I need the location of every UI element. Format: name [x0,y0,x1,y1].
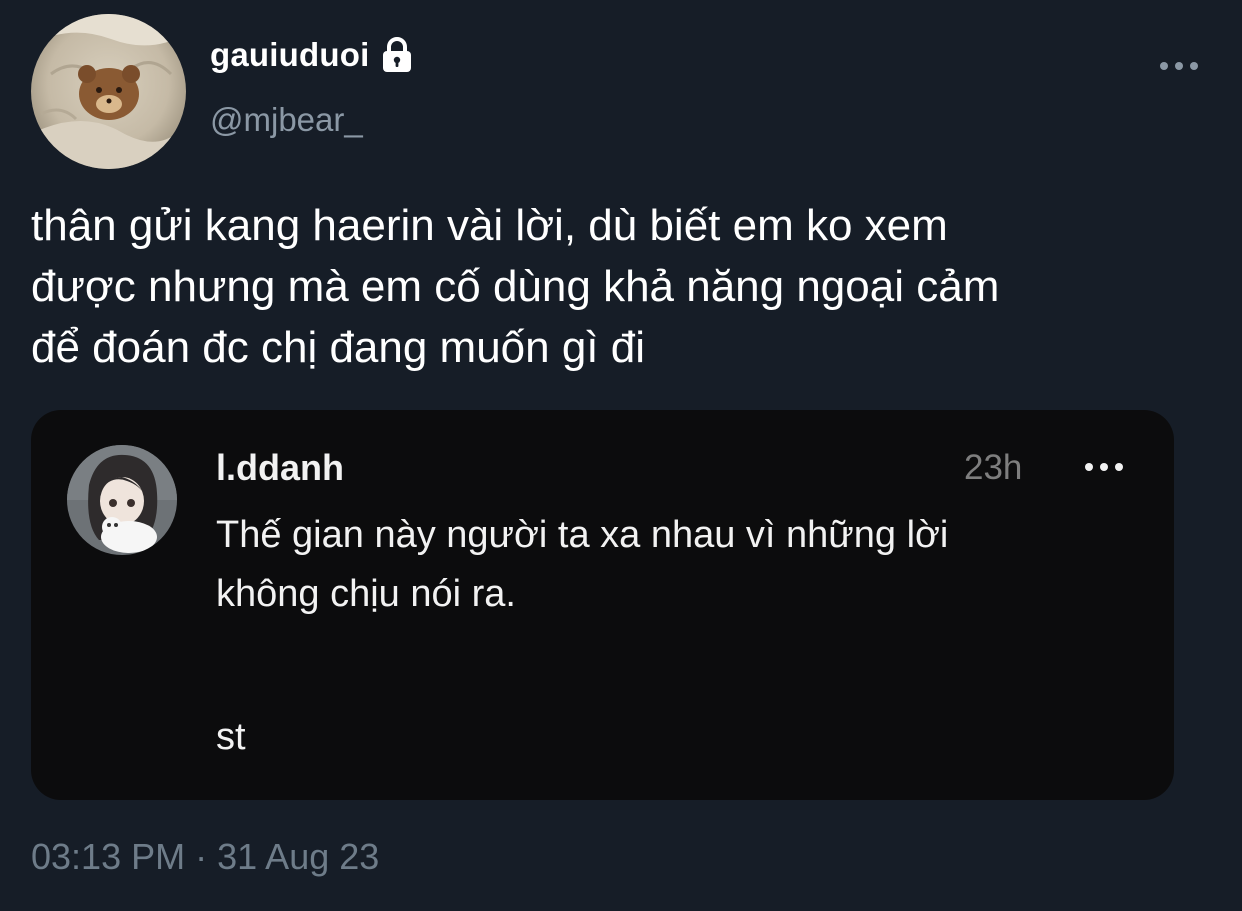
quoted-username: l.ddanh [216,447,344,488]
quoted-line: Thế gian này người ta xa nhau vì những l… [216,514,949,556]
quoted-avatar [67,445,177,555]
more-horizontal-icon[interactable] [1158,56,1200,76]
author-handle[interactable]: @mjbear_ [210,101,363,139]
tweet-line: để đoán đc chị đang muốn gì đi [31,323,646,372]
avatar-image [31,14,186,169]
tweet-line: được nhưng mà em cố dùng khả năng ngoại … [31,262,1000,311]
tweet-date: 31 Aug 23 [217,836,380,877]
quoted-footer: st [216,716,246,758]
quoted-text: Thế gian này người ta xa nhau vì những l… [216,506,948,624]
more-horizontal-icon [1083,457,1125,477]
tweet-time: 03:13 PM [31,836,186,877]
author-avatar[interactable] [31,14,186,169]
tweet-text: thân gửi kang haerin vài lời, dù biết em… [31,195,1221,378]
tweet-line: thân gửi kang haerin vài lời, dù biết em… [31,201,948,250]
quoted-time: 23h [964,448,1023,487]
author-name-row: gauiuduoi [210,30,417,80]
meta-separator: · [195,836,208,877]
attached-image-card[interactable]: l.ddanh 23h Thế gian này người ta xa nha… [31,410,1174,800]
lock-icon [377,35,417,75]
tweet-timestamp[interactable]: 03:13 PM · 31 Aug 23 [31,836,379,878]
quoted-line: không chịu nói ra. [216,573,516,615]
author-display-name[interactable]: gauiuduoi [210,36,369,74]
